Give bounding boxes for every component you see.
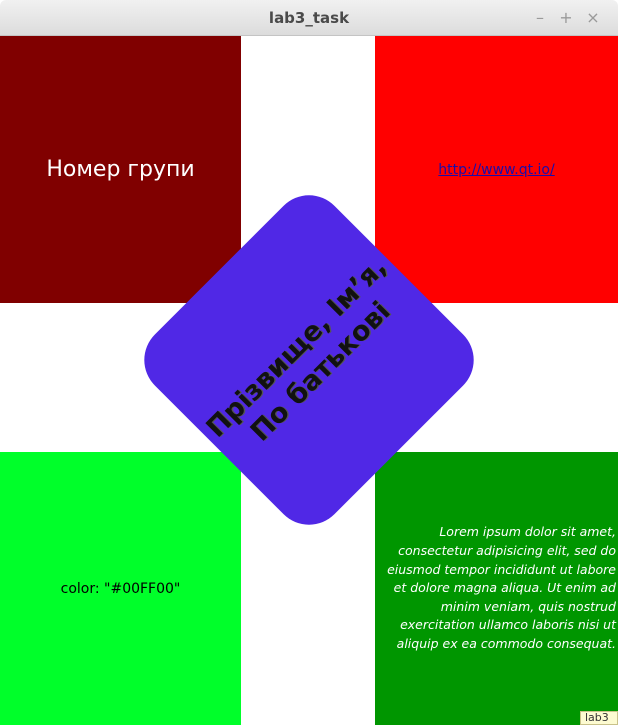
lorem-line: minim veniam, quis nostrud bbox=[440, 598, 616, 614]
qt-link[interactable]: http://www.qt.io/ bbox=[438, 162, 554, 178]
color-tile: color: "#00FF00" bbox=[0, 452, 241, 725]
lorem-line: eiusmod tempor incididunt ut labore bbox=[387, 561, 616, 577]
window-content: Номер групи http://www.qt.io/ color: "#0… bbox=[0, 36, 618, 725]
close-icon[interactable]: × bbox=[584, 9, 602, 27]
lorem-paragraph: Lorem ipsum dolor sit amet, consectetur … bbox=[375, 523, 616, 653]
lorem-tile: Lorem ipsum dolor sit amet, consectetur … bbox=[375, 452, 618, 725]
color-label: color: "#00FF00" bbox=[60, 580, 181, 597]
lorem-line: Lorem ipsum dolor sit amet, bbox=[439, 524, 616, 540]
corner-tooltip-tab: lab3 bbox=[580, 711, 618, 725]
app-window: lab3_task – + × Номер групи http://www.q… bbox=[0, 0, 618, 725]
maximize-icon[interactable]: + bbox=[557, 9, 575, 27]
lorem-line: et dolore magna aliqua. Ut enim ad bbox=[393, 580, 616, 596]
group-number-tile: Номер групи bbox=[0, 36, 241, 303]
lorem-line: aliquip ex ea commodo consequat. bbox=[396, 635, 616, 651]
lorem-line: exercitation ullamco laboris nisi ut bbox=[400, 617, 616, 633]
lorem-line: consectetur adipisicing elit, sed do bbox=[398, 543, 616, 559]
window-title: lab3_task bbox=[268, 9, 350, 27]
minimize-icon[interactable]: – bbox=[531, 9, 549, 27]
group-number-label: Номер групи bbox=[46, 157, 195, 182]
title-bar[interactable]: lab3_task – + × bbox=[0, 0, 618, 36]
